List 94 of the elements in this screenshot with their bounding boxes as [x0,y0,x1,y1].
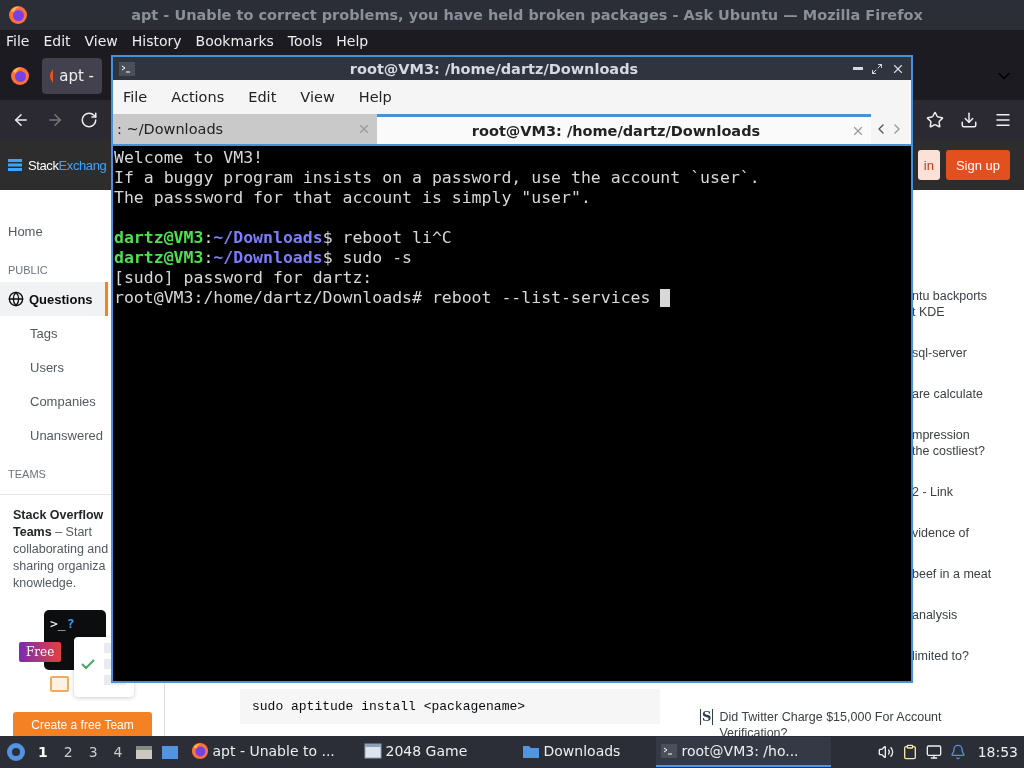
card-text: Teams – Start [13,524,93,541]
card-text: knowledge. [13,575,78,592]
terminal-output: If a buggy program insists on a password, use the account `user`. [114,168,760,188]
card-text: Stack Overflow [13,507,105,524]
menu-item[interactable]: Edit [248,89,277,105]
question-link[interactable]: are calculate [912,386,1024,402]
nav-link[interactable]: Companies [0,384,108,418]
window-title: root@VM3: /home/dartz/Downloads [348,60,640,77]
terminal-output: root@VM3:/home/dartz/Downloads# reboot --list-services [114,288,651,308]
question-link[interactable]: the costliest? [912,443,1024,459]
menu-item[interactable]: File [123,89,148,105]
free-badge: Free [19,642,62,662]
menu-item[interactable]: Help [336,33,369,49]
firefox-view-icon [10,66,30,86]
nav-link[interactable]: Tags [0,316,108,350]
menu-item[interactable]: History [131,33,182,49]
tab-close-icon [357,122,371,136]
folder-icon [521,743,540,759]
terminal-output: The passsword for that account is simply "user". [114,188,591,208]
back-icon [12,111,30,129]
nav-link[interactable]: Users [0,350,108,384]
window-title: apt - Unable to correct problems, you have held broken packages - Ask Ubuntu — Mozilla Firefox [130,7,924,23]
forward-icon [46,111,64,129]
volume-icon [877,744,894,760]
prompt-path: ~/Downloads [213,248,323,268]
window-icon [363,743,382,759]
chat-icon [50,676,69,692]
workspace-button[interactable]: 2 [59,744,77,760]
prompt-user: dartz@VM3 [114,248,204,268]
prompt-path: ~/Downloads [213,228,323,248]
task-button[interactable]: apt - Unable to ... [186,737,352,767]
workspace-button[interactable]: 1 [34,744,52,760]
question-link[interactable]: ntu backports [912,288,1024,304]
menu-item[interactable]: View [84,33,118,49]
menu-item[interactable]: File [6,33,30,49]
nav-link[interactable]: Questions [0,282,108,316]
desktop-icon[interactable] [160,744,179,760]
card-text: collaborating and [13,541,110,558]
notification-icon [949,744,966,760]
globe-icon [8,291,24,307]
site-logo[interactable]: StackExchang [28,157,107,173]
menu-item[interactable]: View [300,89,335,105]
task-button[interactable]: root@VM3: /ho... [655,737,831,767]
network-icon [925,744,942,760]
terminal-tab[interactable]: root@VM3: /home/dartz/Downloads [377,114,871,144]
code-block: sudo aptitude install <packagename> [240,689,660,724]
maximize-icon [871,62,883,75]
menu-item[interactable]: Actions [171,89,225,105]
terminal-icon [659,743,678,759]
terminal-tab[interactable]: : ~/Downloads [113,114,377,144]
question-link[interactable]: analysis [912,607,1024,623]
drawer-icon[interactable] [134,744,153,760]
menu-item[interactable]: Help [358,89,392,105]
prompt-separator: : [203,228,214,248]
menu-item[interactable]: Tools [287,33,323,49]
question-link[interactable]: limited to? [912,648,1024,664]
start-menu-icon[interactable] [6,742,26,762]
terminal-output: Welcome to VM3! [114,148,263,168]
minimize-icon [853,67,863,70]
star-icon [926,111,944,129]
nav-link[interactable]: Home [0,214,108,248]
workspace-button[interactable]: 3 [84,744,102,760]
menu-item[interactable]: Edit [43,33,71,49]
question-link[interactable]: vidence of [912,525,1024,541]
firefox-icon [190,742,209,760]
task-button[interactable]: 2048 Game [359,737,510,767]
card-text: sharing organiza [13,558,107,575]
terminal-command: $ sudo -s [322,248,413,268]
login-button[interactable]: in [917,150,940,180]
nav-heading: PUBLIC [7,263,49,278]
download-icon [960,111,978,129]
firefox-icon [8,5,28,25]
terminal-icon [119,61,135,76]
clipboard-icon [901,744,918,760]
prompt-user: dartz@VM3 [114,228,204,248]
browser-tab[interactable]: apt - [42,58,102,94]
nav-heading: TEAMS [7,467,47,482]
question-link[interactable]: beef in a meat [912,566,1024,582]
task-button[interactable]: Downloads [517,737,648,767]
prompt-separator: : [203,248,214,268]
reload-icon [80,111,98,129]
question-link[interactable]: sql-server [912,345,1024,361]
question-mark: ? [66,616,75,633]
workspace-button[interactable]: 4 [109,744,127,760]
question-link[interactable]: 2 - Link [912,484,1024,500]
menu-item[interactable]: Bookmarks [195,33,274,49]
terminal-output: [sudo] password for dartz: [114,268,373,288]
stack-logo-icon [8,158,22,172]
clock: 18:53 [977,744,1018,760]
signup-button[interactable]: Sign up [945,150,1010,180]
terminal-command: $ reboot li^C [322,228,452,248]
nav-link[interactable]: Unanswered [0,418,108,452]
menu-icon [994,111,1012,129]
question-link[interactable]: mpression [912,427,1024,443]
